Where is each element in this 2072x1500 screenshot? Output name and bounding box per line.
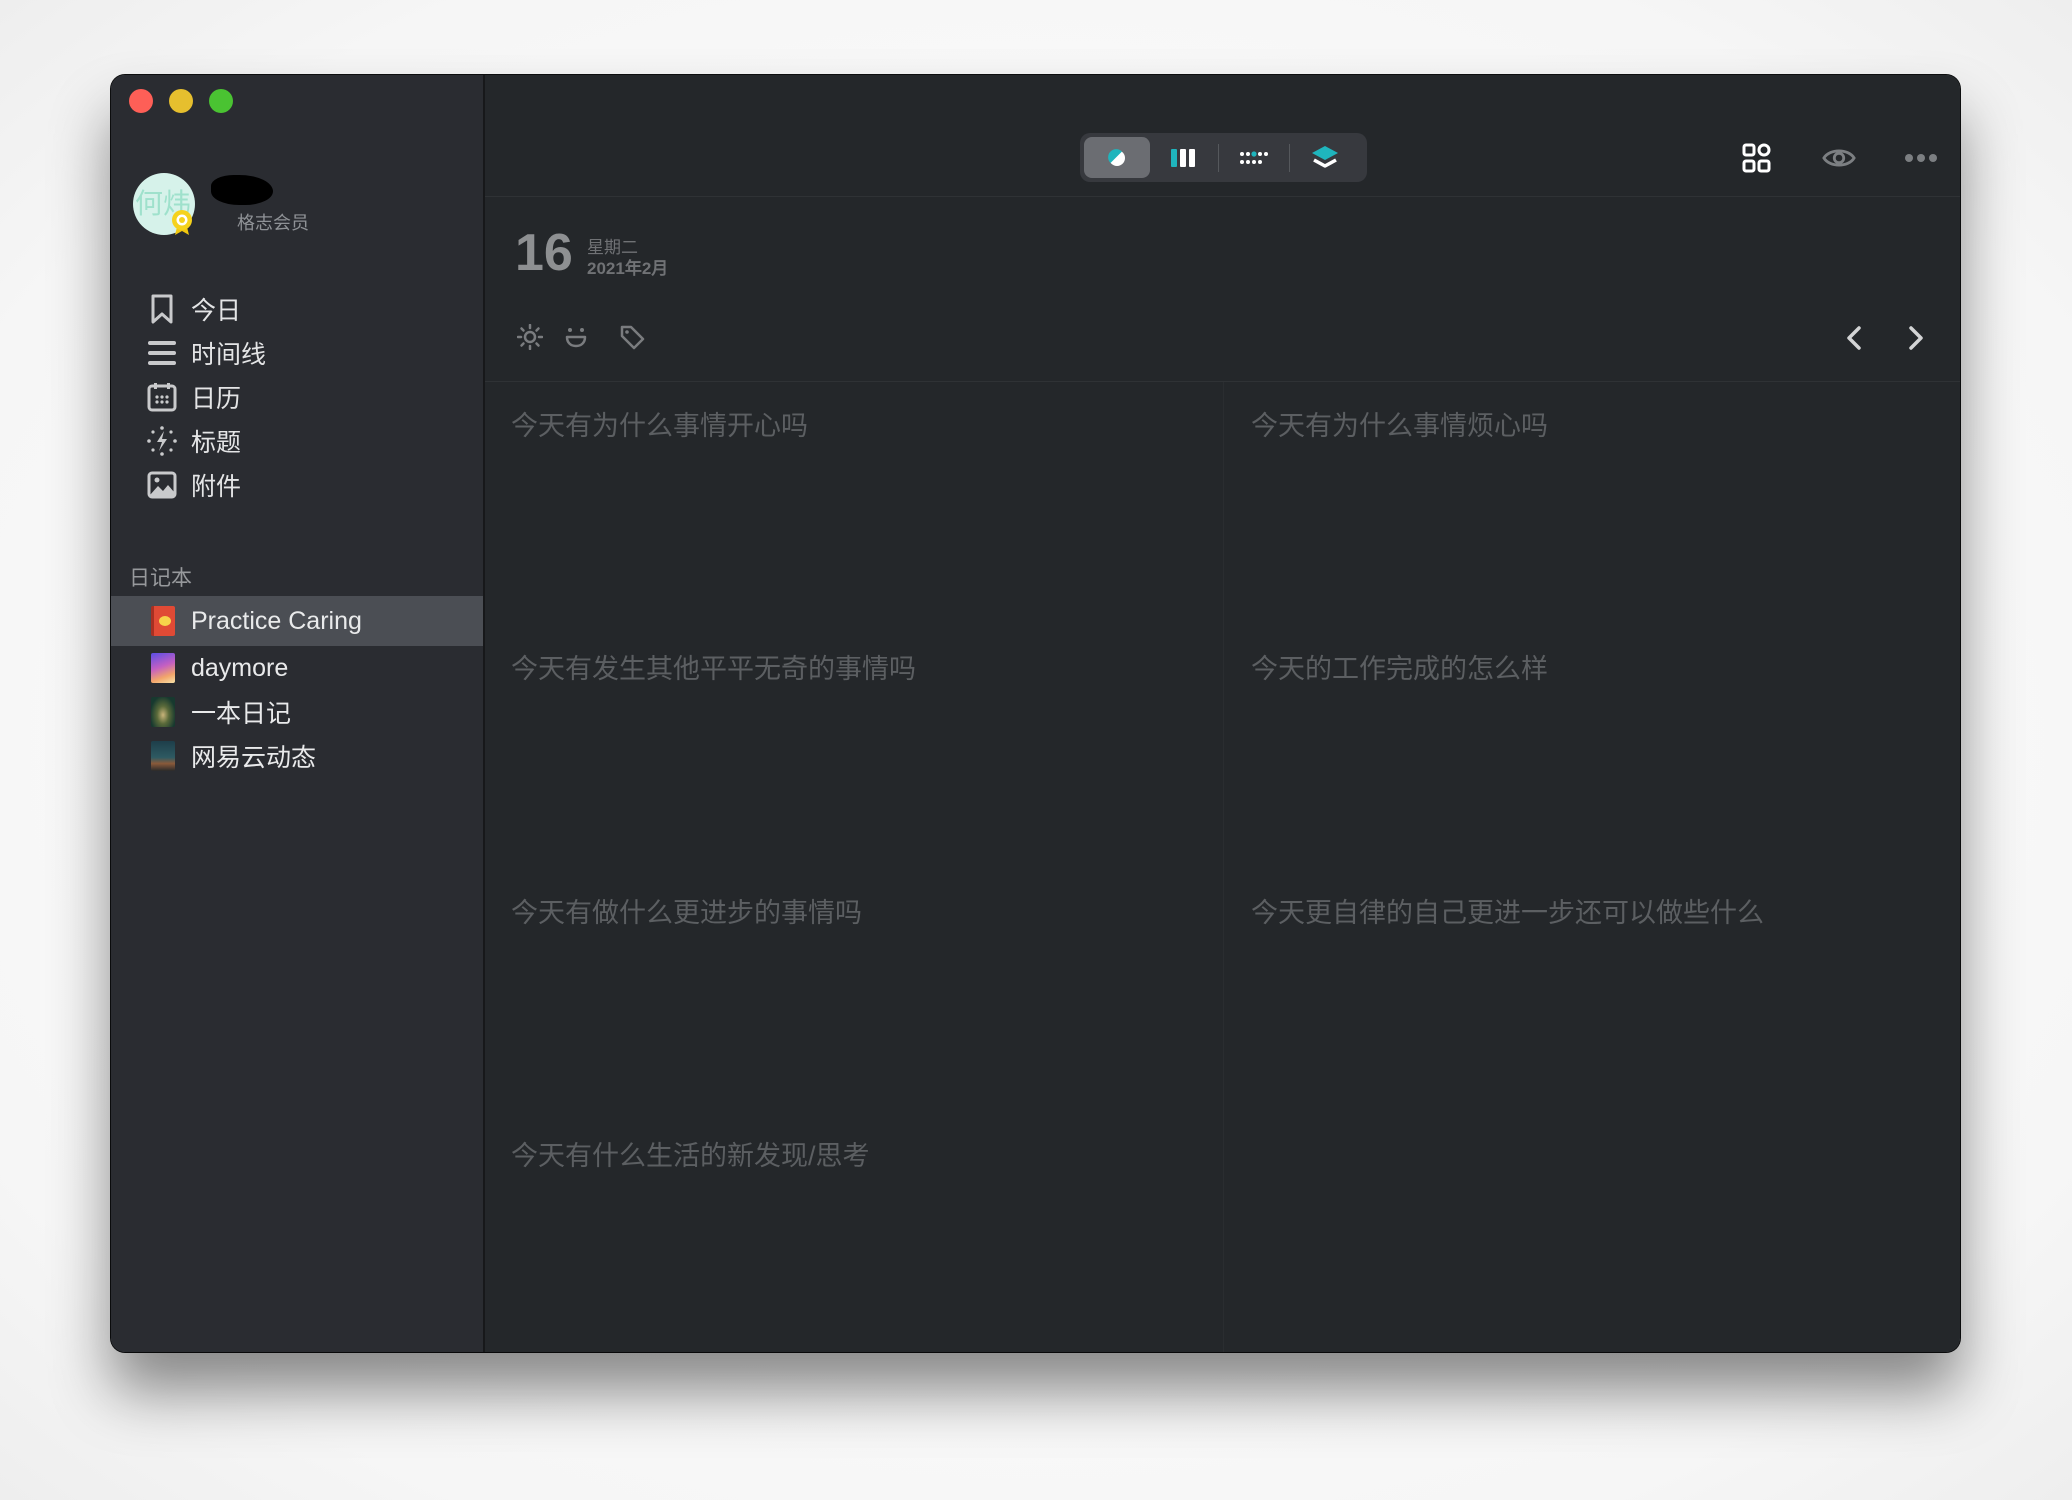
divider: [1289, 143, 1290, 172]
half-circle-icon: [1108, 148, 1125, 166]
columns-icon: [1171, 148, 1195, 167]
sidebar-item-label: 日历: [191, 385, 242, 413]
layers-mode-button[interactable]: [1292, 137, 1358, 178]
username-redacted: [211, 175, 273, 205]
notebook-cover: [151, 741, 175, 771]
notebook-label: Practice Caring: [191, 606, 362, 635]
layers-icon: [1312, 145, 1338, 168]
sparkle-icon: [147, 426, 177, 456]
notebook-label: 网易云动态: [191, 744, 317, 772]
calendar-icon: [147, 382, 177, 412]
day-navigation: [1840, 321, 1930, 355]
entry-tools: [515, 322, 647, 352]
main-panel: 16 星期二 2021年2月 今天有为什么事情开心吗 今天有为什么事情烦心吗 今…: [485, 75, 1960, 1352]
view-mode-switcher: [1080, 133, 1367, 182]
chevron-right-icon[interactable]: [1902, 321, 1930, 355]
sidebar: 何炜 格志会员 今日 时间线 日历 标题 附件 日记本 Practice Car…: [111, 75, 485, 1352]
toolbar: [485, 75, 1960, 197]
notebook-list: Practice Caring daymore 一本日记 网易云动态: [111, 596, 483, 778]
columns-mode-button[interactable]: [1150, 137, 1216, 178]
theme-mode-button[interactable]: [1084, 137, 1150, 178]
sidebar-item-titles[interactable]: 标题: [147, 419, 266, 463]
prompt-field[interactable]: 今天有为什么事情烦心吗: [1251, 404, 1548, 443]
grid-icon[interactable]: [1740, 141, 1774, 175]
mood-icon[interactable]: [561, 322, 591, 352]
eye-icon[interactable]: [1822, 141, 1856, 175]
prompt-field[interactable]: 今天有为什么事情开心吗: [511, 404, 808, 443]
prompt-field[interactable]: 今天的工作完成的怎么样: [1251, 647, 1548, 686]
profile[interactable]: 何炜 格志会员: [133, 173, 453, 243]
sidebar-item-label: 附件: [191, 473, 242, 501]
sidebar-item-label: 标题: [191, 429, 242, 457]
sidebar-item-attachments[interactable]: 附件: [147, 463, 266, 507]
weather-icon[interactable]: [515, 322, 545, 352]
sidebar-item-label: 时间线: [191, 341, 267, 369]
more-icon[interactable]: [1904, 141, 1938, 175]
toolbar-right: [1740, 141, 1938, 175]
close-button[interactable]: [129, 89, 153, 113]
notebook-label: 一本日记: [191, 700, 292, 728]
sidebar-nav: 今日 时间线 日历 标题 附件: [147, 287, 266, 507]
dots-mode-button[interactable]: [1221, 137, 1287, 178]
membership-label: 格志会员: [237, 213, 309, 233]
notebook-cover: [151, 653, 175, 683]
divider: [1218, 143, 1219, 172]
sidebar-item-timeline[interactable]: 时间线: [147, 331, 266, 375]
notebook-label: daymore: [191, 653, 289, 682]
minimize-button[interactable]: [169, 89, 193, 113]
prompt-field[interactable]: 今天有什么生活的新发现/思考: [511, 1134, 870, 1173]
month-label: 2021年2月: [587, 259, 669, 278]
prompt-field[interactable]: 今天有做什么更进步的事情吗: [511, 891, 862, 930]
app-window: 何炜 格志会员 今日 时间线 日历 标题 附件 日记本 Practice Car…: [111, 75, 1960, 1352]
notebook-item-daymore[interactable]: daymore: [111, 646, 483, 690]
chevron-left-icon[interactable]: [1840, 321, 1868, 355]
notebook-item-netease[interactable]: 网易云动态: [111, 734, 483, 778]
day-number: 16: [515, 224, 573, 282]
prompt-grid: 今天有为什么事情开心吗 今天有为什么事情烦心吗 今天有发生其他平平无奇的事情吗 …: [485, 382, 1960, 1352]
notebook-item-practice-caring[interactable]: Practice Caring: [111, 596, 483, 646]
zoom-button[interactable]: [209, 89, 233, 113]
notebooks-heading: 日记本: [129, 567, 192, 590]
prompt-field[interactable]: 今天更自律的自己更进一步还可以做些什么: [1251, 891, 1764, 930]
sidebar-item-calendar[interactable]: 日历: [147, 375, 266, 419]
notebook-cover: [151, 606, 175, 636]
notebook-item-yiben[interactable]: 一本日记: [111, 690, 483, 734]
bookmark-icon: [147, 294, 177, 324]
sidebar-item-today[interactable]: 今日: [147, 287, 266, 331]
tag-icon[interactable]: [617, 322, 647, 352]
notebook-cover: [151, 697, 175, 727]
award-icon: [172, 210, 192, 235]
window-controls: [129, 89, 233, 113]
dot-grid-icon: [1240, 150, 1268, 164]
list-icon: [147, 338, 177, 368]
sidebar-item-label: 今日: [191, 297, 242, 325]
prompt-field[interactable]: 今天有发生其他平平无奇的事情吗: [511, 647, 916, 686]
image-icon: [147, 470, 177, 500]
